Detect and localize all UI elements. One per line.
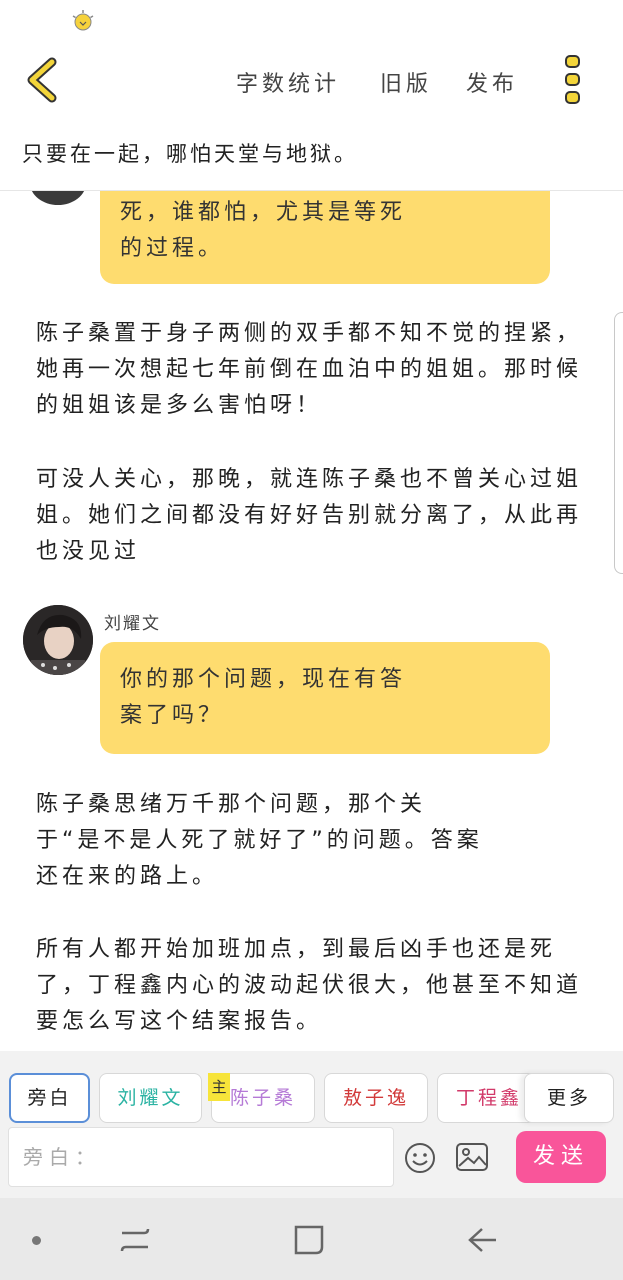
main-character-badge: 主 — [208, 1073, 230, 1101]
home-icon[interactable] — [292, 1223, 326, 1257]
narration-paragraph: 陈子桑置于身子两侧的双手都不知不觉的捏紧，她再一次想起七年前倒在血泊中的姐姐。那… — [36, 321, 583, 418]
emoji-icon[interactable] — [404, 1142, 436, 1174]
dialogue-bubble: 死，谁都怕，尤其是等死 的过程。 — [100, 191, 550, 284]
recent-apps-icon[interactable] — [118, 1223, 152, 1257]
narration-line: 陈子桑思绪万千那个问题，那个关 — [36, 792, 427, 817]
avatar — [30, 191, 86, 205]
image-icon[interactable] — [455, 1142, 489, 1172]
bubble-line: 案了吗？ — [120, 703, 225, 728]
more-menu-icon[interactable] — [556, 52, 590, 112]
narration-line: 于“是不是人死了就好了”的问题。答案 — [36, 828, 483, 853]
story-content[interactable]: 死，谁都怕，尤其是等死 的过程。 陈子桑置于身子两侧的双手都不知不觉的捏紧，她再… — [0, 191, 623, 1051]
avatar — [23, 605, 93, 675]
system-nav-bar — [0, 1198, 623, 1280]
role-tab-liu-yaowen[interactable]: 刘耀文 — [99, 1073, 202, 1123]
bubble-line: 的过程。 — [120, 236, 225, 261]
more-roles-button[interactable]: 更多 — [524, 1073, 614, 1123]
dialogue-bubble: 你的那个问题，现在有答 案了吗？ — [100, 642, 550, 754]
role-tab-ao-ziyi[interactable]: 敖子逸 — [324, 1073, 428, 1123]
back-nav-icon[interactable] — [466, 1223, 500, 1257]
word-count-button[interactable]: 字数统计 — [236, 66, 340, 98]
narration-paragraph: 可没人关心，那晚，就连陈子桑也不曾关心过姐姐。她们之间都没有好好告别就分离了，从… — [36, 467, 583, 564]
top-bar: 字数统计 旧版 发布 — [0, 44, 623, 124]
narration-paragraph: 所有人都开始加班加点，到最后凶手也还是死了，丁程鑫内心的波动起伏很大，他甚至不知… — [36, 937, 583, 1034]
composer-panel: 旁白 刘耀文 陈子桑 主 敖子逸 丁程鑫 更多 旁白： 发送 — [0, 1051, 623, 1198]
message-input[interactable]: 旁白： — [8, 1127, 394, 1187]
bubble-line: 死，谁都怕，尤其是等死 — [120, 200, 407, 225]
narration-paragraph: 陈子桑思绪万千那个问题，那个关 于“是不是人死了就好了”的问题。答案 还在来的路… — [36, 787, 592, 895]
avatar-photo — [23, 605, 93, 675]
speaker-name: 刘耀文 — [104, 614, 161, 634]
publish-button[interactable]: 发布 — [466, 66, 518, 98]
bubble-line: 你的那个问题，现在有答 — [120, 667, 407, 692]
story-title: 只要在一起，哪怕天堂与地狱。 — [22, 142, 358, 166]
lightbulb-notification-icon — [72, 10, 94, 31]
send-button[interactable]: 发送 — [516, 1131, 606, 1183]
narration-line: 还在来的路上。 — [36, 864, 219, 889]
back-arrow-icon[interactable] — [18, 56, 66, 104]
role-tab-narrator[interactable]: 旁白 — [9, 1073, 90, 1123]
status-bar — [0, 0, 623, 44]
scrollbar[interactable] — [614, 312, 623, 574]
nav-dot-icon[interactable] — [32, 1236, 41, 1245]
old-version-button[interactable]: 旧版 — [380, 66, 432, 98]
